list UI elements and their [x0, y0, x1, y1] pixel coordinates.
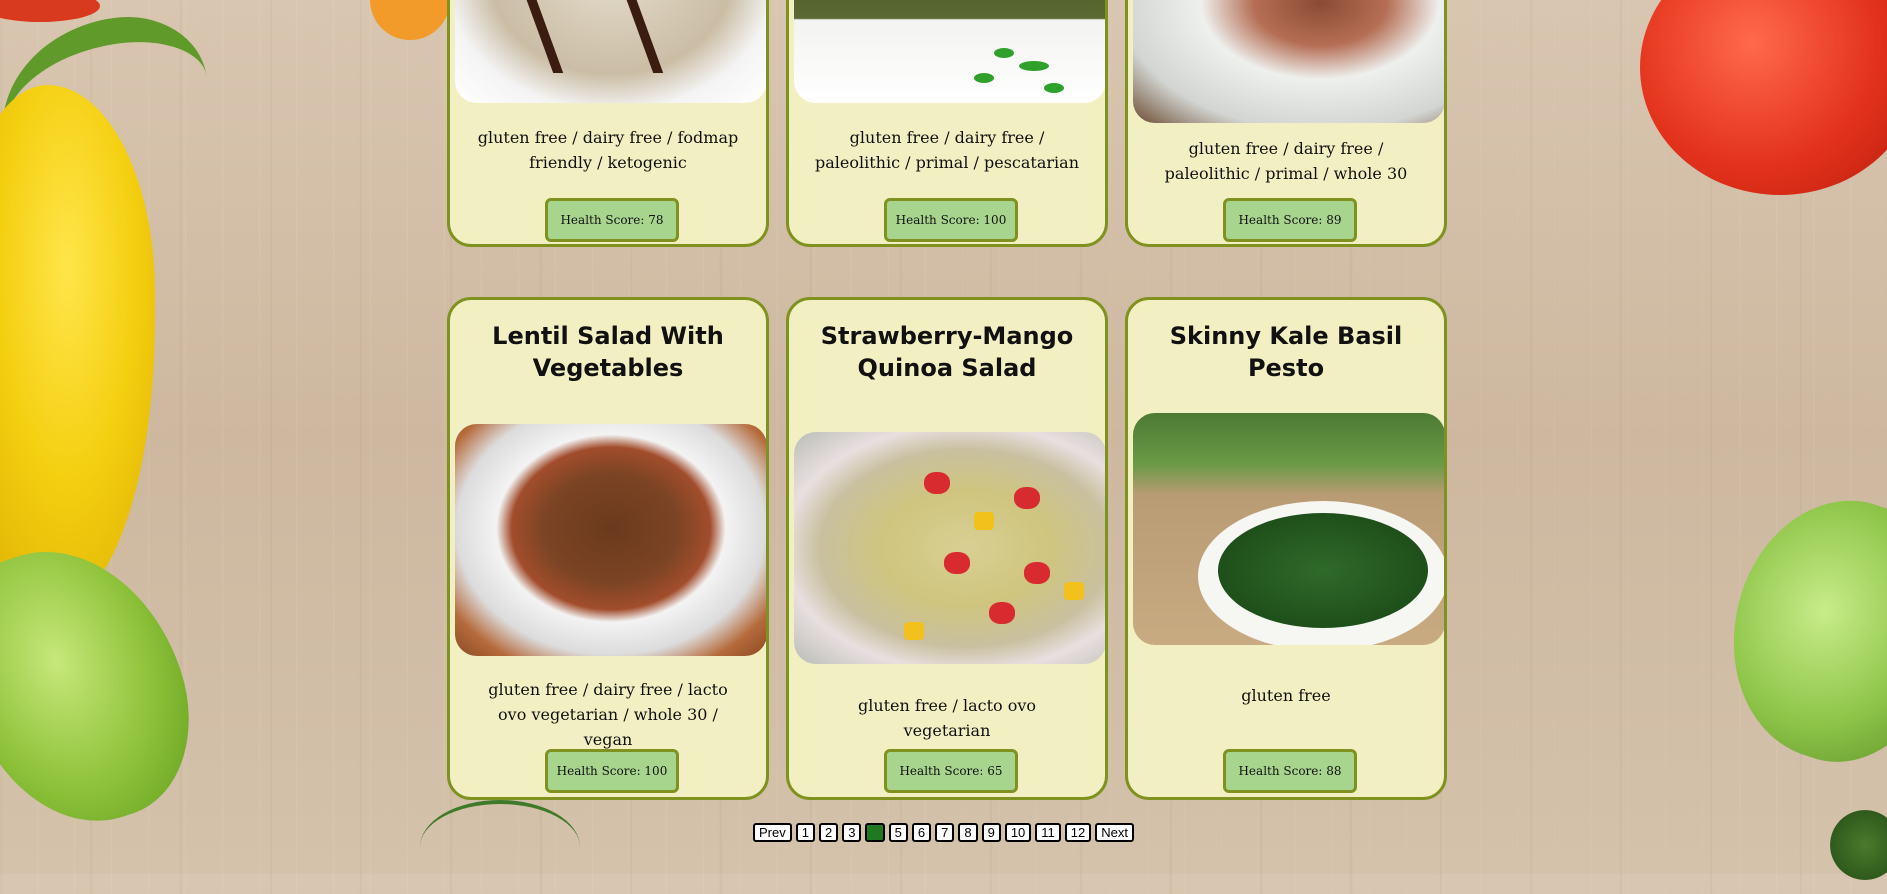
herb-decoration — [1830, 810, 1887, 880]
pesto — [1218, 513, 1428, 628]
page-button-5[interactable]: 5 — [888, 823, 908, 842]
page-button-3[interactable]: 3 — [842, 823, 862, 842]
recipe-image[interactable] — [455, 0, 766, 103]
health-score-button[interactable]: Health Score: 88 — [1223, 749, 1357, 793]
recipe-image[interactable] — [794, 0, 1105, 103]
rosemary-decoration — [420, 800, 580, 894]
recipe-diets: gluten free / lacto ovo vegetarian — [857, 696, 1037, 740]
health-score-button[interactable]: Health Score: 65 — [884, 749, 1018, 793]
recipe-diets: gluten free — [1241, 686, 1331, 705]
recipe-card[interactable]: Lentil Salad With Vegetables gluten free… — [447, 297, 769, 800]
health-score-button[interactable]: Health Score: 100 — [884, 198, 1018, 242]
page-button-7[interactable]: 7 — [935, 823, 955, 842]
strawberry-piece — [1014, 487, 1040, 509]
strawberry-piece — [924, 472, 950, 494]
health-score-button[interactable]: Health Score: 89 — [1223, 198, 1357, 242]
mango-piece — [904, 622, 924, 640]
page-button-6[interactable]: 6 — [911, 823, 932, 842]
page-button-1[interactable]: 1 — [795, 823, 815, 842]
strawberry-piece — [989, 602, 1015, 624]
recipe-title[interactable]: Lentil Salad With Vegetables — [462, 320, 754, 384]
recipe-image[interactable] — [1133, 413, 1444, 645]
mango-piece — [1064, 582, 1084, 600]
sauce-dot — [1044, 83, 1064, 93]
cucumber-decoration — [1699, 473, 1887, 787]
prev-page-button[interactable]: Prev — [752, 823, 792, 842]
recipe-image[interactable] — [1133, 0, 1444, 123]
recipe-image[interactable] — [794, 432, 1105, 664]
recipe-card[interactable]: gluten free / dairy free / fodmap friend… — [447, 0, 769, 247]
sauce-dot — [994, 48, 1014, 58]
recipe-card[interactable]: gluten free / dairy free / paleolithic /… — [1125, 0, 1447, 247]
green-pepper-decoration — [0, 519, 219, 851]
recipe-card[interactable]: Skinny Kale Basil Pesto gluten free Heal… — [1125, 297, 1447, 800]
mango-piece — [974, 512, 994, 530]
page-button-4-current[interactable]: 4 — [865, 823, 885, 842]
recipe-diets: gluten free / dairy free / fodmap friend… — [477, 128, 739, 172]
page-button-11[interactable]: 11 — [1035, 823, 1061, 842]
orange-vegetable-decoration — [370, 0, 450, 40]
health-score-button[interactable]: Health Score: 78 — [545, 198, 679, 242]
sauce-dot — [974, 73, 994, 83]
tomato-slice-decoration — [0, 0, 100, 22]
yellow-pepper-decoration — [0, 85, 155, 605]
next-page-button[interactable]: Next — [1095, 823, 1134, 842]
page-button-2[interactable]: 2 — [818, 823, 839, 842]
strawberry-piece — [1024, 562, 1050, 584]
page-button-8[interactable]: 8 — [958, 823, 978, 842]
recipe-title[interactable]: Strawberry-Mango Quinoa Salad — [801, 320, 1093, 384]
recipe-diets: gluten free / dairy free / paleolithic /… — [1164, 139, 1408, 183]
pagination: Prev 1 2 3 4 5 6 7 8 9 10 11 12 Next — [0, 823, 1887, 842]
recipe-diets: gluten free / dairy free / paleolithic /… — [814, 128, 1079, 172]
recipe-image[interactable] — [455, 424, 766, 656]
sauce-dot — [1019, 61, 1049, 71]
page-button-12[interactable]: 12 — [1064, 823, 1092, 842]
tomato-decoration — [1640, 0, 1887, 195]
strawberry-piece — [944, 552, 970, 574]
page-button-10[interactable]: 10 — [1004, 823, 1032, 842]
page-button-9[interactable]: 9 — [981, 823, 1001, 842]
recipe-title[interactable]: Skinny Kale Basil Pesto — [1140, 320, 1432, 384]
recipe-diets: gluten free / dairy free / lacto ovo veg… — [488, 680, 728, 749]
recipe-card[interactable]: Strawberry-Mango Quinoa Salad gluten fre… — [786, 297, 1108, 800]
health-score-button[interactable]: Health Score: 100 — [545, 749, 679, 793]
recipe-card[interactable]: gluten free / dairy free / paleolithic /… — [786, 0, 1108, 247]
